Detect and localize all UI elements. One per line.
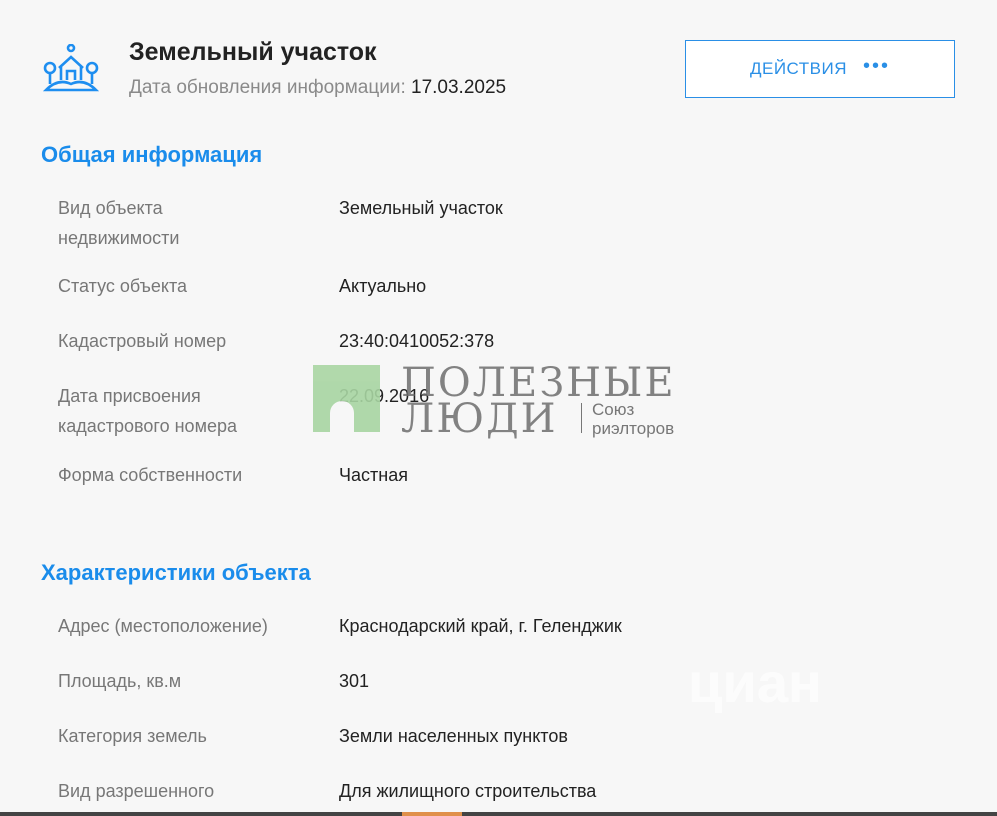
cian-watermark: циан — [688, 651, 822, 714]
watermark-text: ПОЛЕЗНЫЕ — [401, 360, 676, 406]
info-row: Вид объекта недвижимости Земельный участо… — [58, 193, 958, 253]
row-value: Частная — [339, 465, 408, 485]
row-label: Площадь, кв.м — [58, 671, 182, 691]
watermark-tag: Союз — [592, 400, 635, 419]
row-label: Форма собственности — [58, 465, 243, 485]
row-value: 22.09.2016 — [339, 386, 430, 406]
actions-label: ДЕЙСТВИЯ — [749, 59, 847, 78]
row-value: Актуально — [339, 276, 427, 296]
row-label: Вид разрешенного — [58, 781, 215, 801]
row-label: Дата присвоения кадастрового номера — [58, 386, 237, 436]
row-label: Категория земель — [58, 726, 207, 746]
more-dots-icon: ••• — [863, 54, 891, 77]
watermark-tagline: Союз риэлторов — [592, 400, 674, 438]
bottom-edge — [0, 812, 997, 816]
update-date: 17.03.2025 — [411, 77, 507, 98]
watermark-divider — [581, 403, 582, 433]
section-heading-characteristics: Характеристики объекта — [41, 560, 311, 585]
update-info: Дата обновления информации: 17.03.2025 — [129, 77, 506, 99]
land-plot-icon — [42, 44, 100, 92]
actions-button[interactable]: ДЕЙСТВИЯ ••• — [685, 40, 955, 98]
row-label: Вид объекта недвижимости — [58, 198, 180, 248]
row-value: Земельный участок — [339, 198, 503, 218]
section-heading-general: Общая информация — [41, 142, 263, 167]
update-label: Дата обновления информации: — [129, 77, 406, 98]
row-label: Кадастровый номер — [58, 331, 227, 351]
page-title: Земельный участок — [129, 38, 377, 66]
row-value: 301 — [339, 671, 370, 691]
row-label: Адрес (местоположение) — [58, 616, 268, 636]
row-value: 23:40:0410052:378 — [339, 331, 495, 351]
row-value: Земли населенных пунктов — [339, 726, 568, 746]
row-value: Краснодарский край, г. Геленджик — [339, 616, 622, 636]
watermark-tag: риэлторов — [592, 419, 675, 438]
row-value: Для жилищного строительства — [339, 781, 597, 801]
row-label: Статус объекта — [58, 276, 188, 296]
